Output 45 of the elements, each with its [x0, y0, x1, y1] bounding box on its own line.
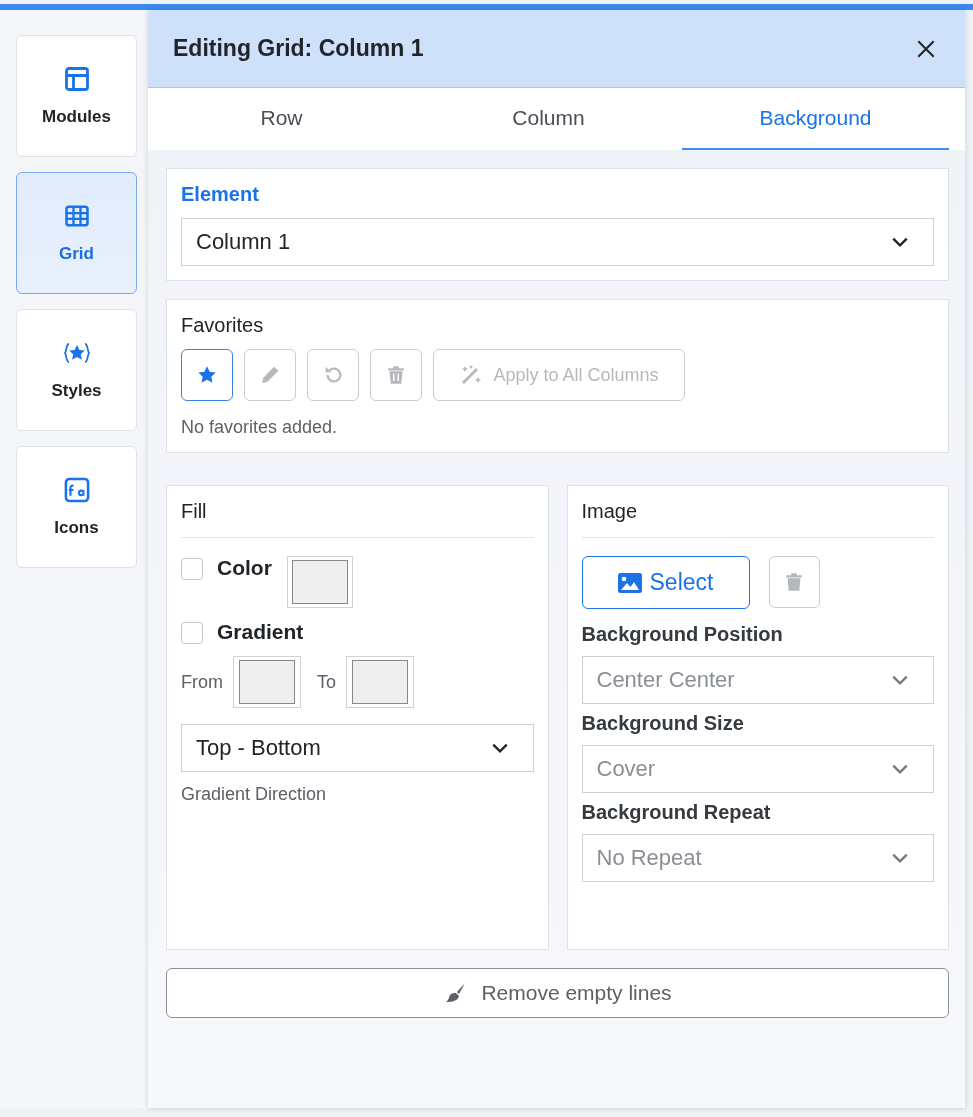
remove-empty-lines-button[interactable]: Remove empty lines	[166, 968, 949, 1018]
trash-icon	[783, 571, 805, 593]
from-color-swatch[interactable]	[233, 656, 301, 708]
direction-caption: Gradient Direction	[181, 784, 328, 805]
pencil-icon	[259, 364, 281, 386]
panel-title: Editing Grid: Column 1	[173, 35, 424, 62]
gradient-checkbox[interactable]	[181, 622, 203, 644]
chevron-down-icon	[891, 236, 909, 248]
sidebar-item[interactable]: Grid	[16, 172, 137, 294]
image-icon	[617, 572, 642, 593]
from-label: From	[181, 671, 223, 693]
trash-icon	[385, 364, 407, 386]
chevron-down-icon	[891, 674, 909, 686]
color-checkbox[interactable]	[181, 558, 203, 580]
gradient-label: Gradient	[217, 620, 304, 644]
field-label: Background Size	[581, 712, 745, 735]
element-label: Element	[181, 183, 260, 206]
to-label: To	[317, 671, 336, 693]
sidebar-item[interactable]: Styles	[16, 309, 137, 431]
color-label: Color	[217, 556, 273, 580]
color-swatch[interactable]	[287, 556, 353, 608]
favorites-title: Favorites	[181, 314, 265, 337]
font-icon	[62, 476, 91, 504]
sidebar-item[interactable]: Modules	[16, 35, 137, 157]
chevron-down-icon	[891, 763, 909, 775]
table-icon	[62, 202, 91, 230]
dropdown[interactable]: Center Center	[581, 656, 934, 704]
field-label: Background Position	[581, 623, 784, 646]
layout-icon	[62, 65, 91, 93]
star-button[interactable]	[181, 349, 233, 401]
direction-select[interactable]: Top - Bottom	[181, 724, 534, 772]
fill-title: Fill	[181, 500, 534, 538]
dropdown[interactable]: Cover	[581, 745, 934, 793]
tab[interactable]: Column	[415, 88, 682, 150]
tab[interactable]: Row	[148, 88, 415, 150]
sidebar-item[interactable]: Icons	[16, 446, 137, 568]
field-label: Background Repeat	[581, 801, 772, 824]
dropdown[interactable]: No Repeat	[581, 834, 934, 882]
select-image-button[interactable]: Select	[581, 556, 750, 609]
element-select[interactable]: Column 1	[181, 218, 934, 266]
to-color-swatch[interactable]	[346, 656, 414, 708]
chevron-down-icon	[490, 742, 509, 754]
empty-message: No favorites added.	[181, 417, 339, 438]
chevron-down-icon	[891, 852, 909, 864]
image-title: Image	[581, 500, 934, 538]
